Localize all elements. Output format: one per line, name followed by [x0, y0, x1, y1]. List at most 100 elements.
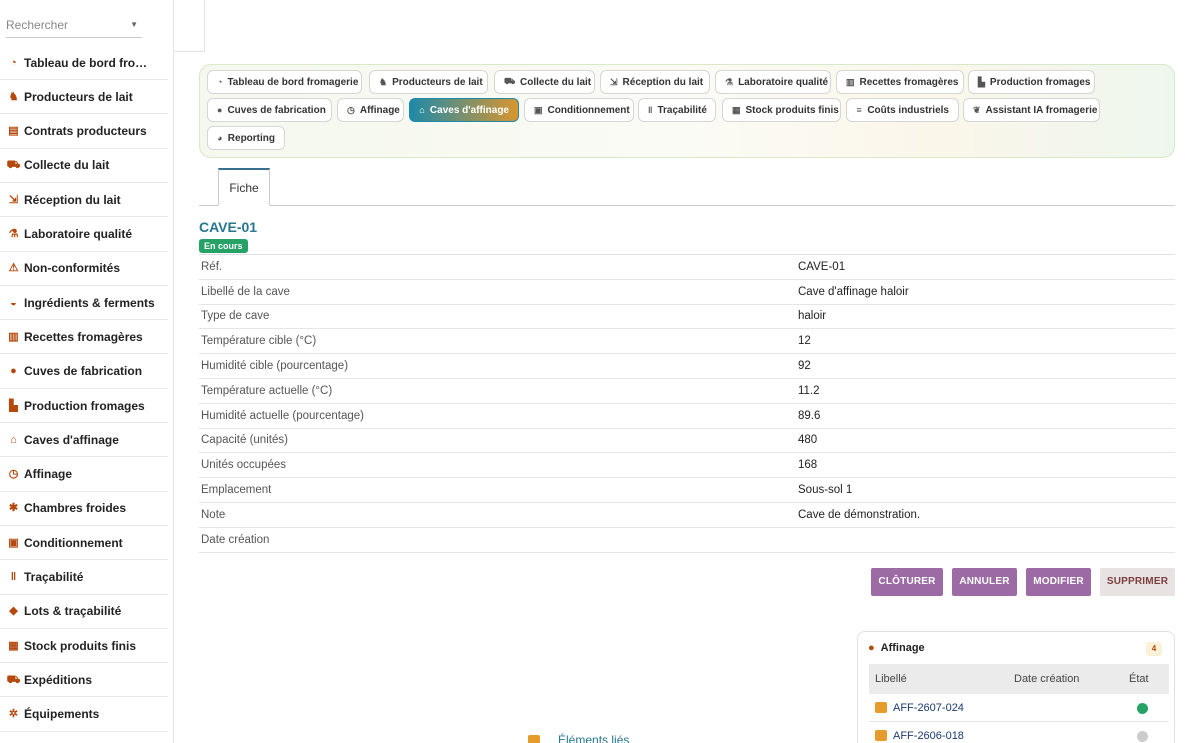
- search-area: Rechercher ▼: [0, 0, 173, 52]
- sidebar-item[interactable]: ● Cuves de fabrication: [0, 355, 168, 389]
- nav-pill[interactable]: ⛟ Collecte du lait: [494, 70, 595, 94]
- field-label: Capacité (unités): [201, 434, 288, 447]
- field-value: 11.2: [798, 384, 820, 397]
- clock-icon: ◷: [347, 104, 355, 115]
- column-header[interactable]: Libellé: [869, 673, 1014, 685]
- count-badge: 4: [1146, 642, 1162, 656]
- field-label: Emplacement: [201, 484, 272, 497]
- sidebar-item[interactable]: ▤ Contrats producteurs: [0, 115, 168, 149]
- sidebar-item[interactable]: ◔ Tableau de bord fro…: [0, 46, 168, 80]
- nav-pill[interactable]: ● Cuves de fabrication: [207, 98, 332, 122]
- field-value: 480: [798, 434, 818, 447]
- field-label: Humidité cible (pourcentage): [201, 360, 349, 373]
- nav-pill-label: Production fromages: [989, 76, 1091, 88]
- sidebar-item-label: Laboratoire qualité: [24, 227, 133, 241]
- folder-icon: [528, 734, 540, 743]
- cows-icon: ♞: [379, 76, 388, 87]
- column-header[interactable]: Date création: [1014, 673, 1129, 685]
- sidebar-item[interactable]: ‖ Traçabilité: [0, 561, 168, 595]
- microscope-icon: ⚗: [725, 76, 734, 87]
- table-row[interactable]: AFF-2607-024: [869, 694, 1169, 722]
- column-header[interactable]: État: [1129, 673, 1149, 685]
- sidebar-item[interactable]: ◒ Ingrédients & ferments: [0, 286, 168, 321]
- boxes-icon: ▦: [8, 639, 19, 652]
- nav-pill-label: Traçabilité: [657, 104, 707, 116]
- nav-pill[interactable]: ▥ Recettes fromagères: [836, 70, 964, 94]
- nav-pill[interactable]: ⇲ Réception du lait: [600, 70, 710, 94]
- nav-pill[interactable]: ⚗ Laboratoire qualité: [715, 70, 831, 94]
- nav-pill-label: Collecte du lait: [520, 76, 592, 88]
- clock-icon: ◷: [8, 468, 19, 481]
- cloturer-button[interactable]: CLÔTURER: [871, 568, 943, 596]
- sidebar-item-label: Cuves de fabrication: [24, 364, 143, 379]
- sidebar-item[interactable]: ♞ Producteurs de lait: [0, 80, 168, 115]
- annuler-button[interactable]: ANNULER: [952, 568, 1017, 596]
- chevron-down-icon[interactable]: ▼: [130, 20, 138, 29]
- linked-panel-title: Affinage: [880, 642, 925, 654]
- nav-pill[interactable]: ‖ Traçabilité: [638, 98, 716, 122]
- truck-icon: ⛟: [504, 76, 516, 86]
- trolley-icon: ⇲: [8, 193, 19, 206]
- nav-pill[interactable]: ❦ Assistant IA fromagerie: [963, 98, 1100, 122]
- sidebar-item[interactable]: ◆ Lots & traçabilité: [0, 595, 168, 629]
- linked-panel-header: ● Affinage: [868, 642, 925, 654]
- sidebar-item-label: Stock produits finis: [24, 638, 137, 653]
- sidebar-item-label: Collecte du lait: [24, 158, 110, 173]
- nav-pill-label: Réception du lait: [622, 76, 704, 88]
- sidebar-item[interactable]: ◷ Affinage: [0, 458, 168, 492]
- microscope-icon: ⚗: [8, 228, 19, 240]
- linked-affinage-panel: ● Affinage 4 Libellé Date création État …: [857, 631, 1175, 743]
- search-placeholder: Rechercher: [6, 18, 69, 32]
- sidebar-item-label: Traçabilité: [24, 570, 84, 584]
- barcode-icon: ‖: [10, 571, 17, 583]
- affinage-icon: [875, 702, 887, 713]
- boxes-icon: ▦: [732, 104, 741, 115]
- sidebar-item[interactable]: ▣ Conditionnement: [0, 526, 168, 561]
- supprimer-button[interactable]: SUPPRIMER: [1100, 568, 1175, 596]
- field-value: Cave d'affinage haloir: [798, 285, 909, 298]
- trolley-icon: ⇲: [610, 76, 618, 87]
- modifier-button[interactable]: MODIFIER: [1026, 568, 1091, 596]
- nav-pill-label: Reporting: [227, 132, 275, 144]
- sidebar-item[interactable]: ▥ Recettes fromagères: [0, 320, 168, 355]
- field-label: Humidité actuelle (pourcentage): [201, 409, 365, 422]
- sidebar-item[interactable]: ⛟ Collecte du lait: [0, 149, 168, 183]
- sidebar-item-label: Conditionnement: [24, 535, 123, 550]
- nav-pill[interactable]: ◷ Affinage: [337, 98, 404, 122]
- sidebar-item[interactable]: ▦ Stock produits finis: [0, 629, 168, 664]
- module-nav: ◔ Tableau de bord fromagerie ♞ Producteurs …: [199, 64, 1175, 158]
- sidebar-item-label: Producteurs de lait: [24, 89, 133, 104]
- sidebar-item[interactable]: ⚗ Laboratoire qualité: [0, 218, 168, 252]
- row-link[interactable]: AFF-2607-024: [893, 702, 1023, 714]
- field-value: 92: [798, 360, 811, 373]
- nav-pill[interactable]: ≡ Coûts industriels: [846, 98, 959, 122]
- field-row: Emplacement Sous-sol 1: [199, 478, 1175, 503]
- nav-pill[interactable]: ♞ Producteurs de lait: [369, 70, 488, 94]
- factory-icon: ▙: [9, 399, 18, 412]
- nav-pill[interactable]: ⌂ Caves d'affinage: [409, 98, 519, 122]
- drop-icon: ●: [217, 105, 223, 115]
- nav-pill[interactable]: ◔ Tableau de bord fromagerie: [207, 70, 362, 94]
- field-row: Date création: [199, 528, 1175, 553]
- field-label: Réf.: [201, 260, 223, 273]
- sidebar-item[interactable]: ⌂ Caves d'affinage: [0, 423, 168, 458]
- field-value: haloir: [798, 310, 827, 323]
- table-row[interactable]: AFF-2606-018: [869, 722, 1169, 743]
- row-link[interactable]: AFF-2606-018: [893, 730, 1023, 742]
- sidebar-item[interactable]: ⇲ Réception du lait: [0, 183, 168, 218]
- sidebar-item[interactable]: ✲ Équipements: [0, 698, 168, 732]
- sidebar-item[interactable]: ✱ Chambres froides: [0, 492, 168, 526]
- nav-pill[interactable]: ▦ Stock produits finis: [722, 98, 841, 122]
- related-title[interactable]: Éléments liés: [558, 733, 629, 743]
- brain-icon: ❦: [973, 104, 981, 115]
- sidebar-item[interactable]: ⚠ Non-conformités: [0, 252, 168, 286]
- sidebar-item[interactable]: ▙ Production fromages: [0, 389, 168, 423]
- nav-pill[interactable]: ◕ Reporting: [207, 126, 285, 150]
- warehouse-icon: ⌂: [10, 433, 17, 446]
- search-select[interactable]: Rechercher ▼: [6, 18, 142, 38]
- nav-pill[interactable]: ▣ Conditionnement: [524, 98, 634, 122]
- status-badge: En cours: [199, 239, 248, 253]
- sidebar-item[interactable]: ⛟ Expéditions: [0, 663, 168, 698]
- nav-pill[interactable]: ▙ Production fromages: [968, 70, 1095, 94]
- tab-fiche[interactable]: Fiche: [218, 168, 270, 206]
